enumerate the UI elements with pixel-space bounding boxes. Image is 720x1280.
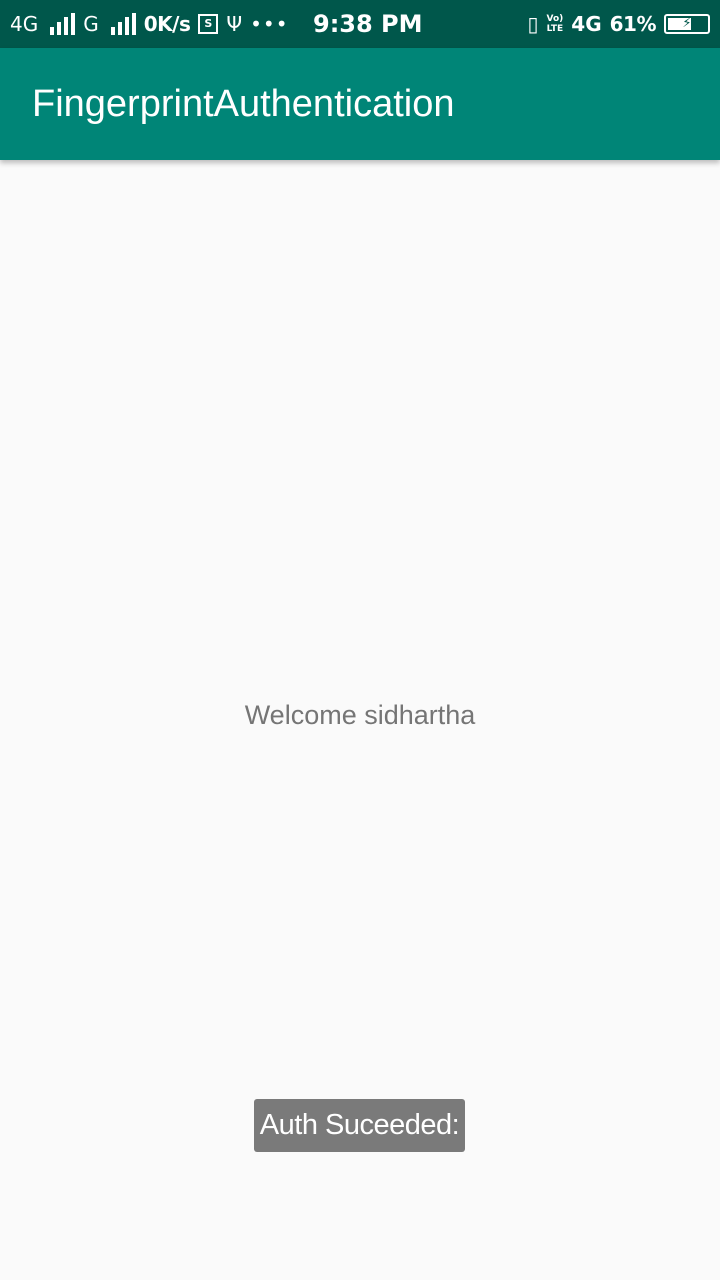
4g-icon: 4G: [571, 12, 602, 36]
charging-bolt-icon: ⚡: [682, 16, 692, 31]
signal-icon: [110, 13, 136, 35]
status-bar-left: 4G G 0K/s S Ψ •••: [10, 0, 289, 48]
battery-charging-icon: ⚡: [664, 14, 710, 34]
vibrate-icon: ▯: [527, 12, 539, 36]
network-speed: 0K/s: [143, 12, 191, 36]
volte-top: Vo): [546, 14, 564, 24]
volte-icon: Vo) LTE: [547, 14, 564, 34]
signal-icon: [50, 13, 76, 35]
usb-icon: Ψ: [226, 12, 243, 36]
status-bar-right: ▯ Vo) LTE 4G 61% ⚡: [527, 0, 710, 48]
volte-bottom: LTE: [546, 24, 564, 34]
status-time: 9:38 PM: [313, 10, 423, 38]
network-type-secondary: G: [83, 12, 99, 36]
sim-card-icon: S: [198, 14, 219, 34]
app-bar: FingerprintAuthentication: [0, 48, 720, 160]
toast-message: Auth Suceeded:: [254, 1099, 465, 1152]
battery-percent: 61%: [609, 12, 657, 36]
network-type-primary: 4G: [10, 12, 39, 36]
more-dots-icon: •••: [250, 12, 289, 36]
status-bar: 4G G 0K/s S Ψ ••• 9:38 PM ▯ Vo) LTE 4G 6…: [0, 0, 720, 48]
welcome-text: Welcome sidhartha: [244, 700, 476, 730]
app-title: FingerprintAuthentication: [32, 83, 455, 125]
